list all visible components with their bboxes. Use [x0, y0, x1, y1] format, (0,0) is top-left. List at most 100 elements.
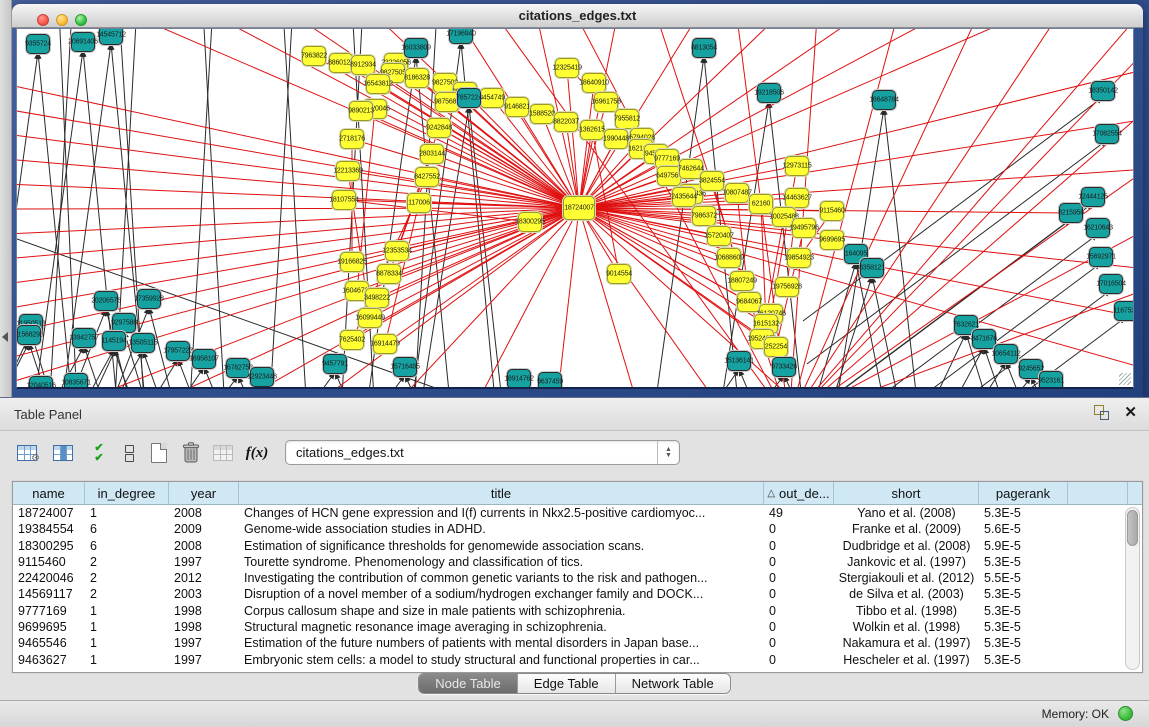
network-node[interactable]: 19218506	[757, 83, 781, 103]
network-node[interactable]: 7625402	[340, 330, 364, 350]
column-header-year[interactable]: year	[169, 482, 239, 504]
network-node[interactable]: 10835671	[64, 373, 88, 389]
network-node[interactable]: 9242848	[427, 118, 451, 138]
network-node[interactable]: 17082554	[1095, 124, 1119, 144]
window-titlebar[interactable]: citations_edges.txt	[12, 4, 1143, 28]
network-node[interactable]: 13505115	[131, 333, 155, 353]
network-node[interactable]: 13942757	[72, 328, 96, 348]
network-node[interactable]: 17359928	[137, 289, 161, 309]
table-row[interactable]: 1938455462009Genome-wide association stu…	[13, 521, 1142, 537]
network-node[interactable]: 20691406	[71, 32, 95, 52]
network-node[interactable]: 14463627	[785, 188, 809, 208]
new-table-icon[interactable]	[146, 439, 172, 467]
network-node[interactable]: 8912934	[351, 55, 375, 75]
network-node[interactable]: 1990448	[604, 129, 628, 149]
table-row[interactable]: 946362711997Embryonic stem cells: a mode…	[13, 652, 1142, 668]
network-node[interactable]: 1145194	[102, 331, 126, 351]
network-node[interactable]: 19166825	[340, 252, 364, 272]
network-node[interactable]: 1588520	[530, 104, 554, 124]
network-node[interactable]: 12444125	[1081, 187, 1105, 207]
network-node[interactable]: 8454749	[480, 88, 504, 108]
network-node[interactable]: 8471676	[972, 329, 996, 349]
network-node[interactable]: 9457791	[323, 354, 347, 374]
network-node[interactable]: 9115460	[820, 201, 844, 221]
network-node[interactable]: 17196940	[449, 28, 473, 44]
network-node[interactable]: 9684067	[737, 292, 761, 312]
network-node[interactable]: 9146821	[505, 97, 529, 117]
network-node[interactable]: 8215958	[1059, 203, 1083, 223]
network-node[interactable]: 16961758	[594, 92, 618, 112]
column-header-short[interactable]: short	[834, 482, 979, 504]
table-scrollbar-thumb[interactable]	[1127, 510, 1138, 546]
network-node[interactable]: 62160	[749, 194, 773, 214]
network-node[interactable]: 15716485	[393, 357, 417, 377]
show-columns-icon[interactable]	[50, 439, 76, 467]
canvas-resize-grip[interactable]	[1119, 373, 1131, 385]
collapse-panel-arrow-icon[interactable]	[2, 332, 8, 342]
network-node[interactable]: 9699695	[820, 230, 844, 250]
network-node[interactable]: 18807249	[730, 271, 754, 291]
network-node[interactable]: 8186328	[405, 68, 429, 88]
network-node[interactable]: 16648784	[872, 90, 896, 110]
network-node[interactable]: 7986372	[692, 206, 716, 226]
network-node[interactable]: 18914762	[507, 369, 531, 389]
float-window-icon[interactable]	[1094, 405, 1110, 421]
function-builder-icon[interactable]: f(x)	[244, 439, 270, 467]
row-boxes-icon[interactable]	[116, 439, 142, 467]
network-node[interactable]: 9523161	[1039, 371, 1063, 389]
network-node[interactable]: 9014554	[607, 264, 631, 284]
network-node[interactable]: 12923448	[250, 367, 274, 387]
tab-edge-table[interactable]: Edge Table	[518, 674, 616, 693]
tab-node-table[interactable]: Node Table	[419, 674, 518, 693]
network-node[interactable]: 7955812	[615, 109, 639, 129]
table-row[interactable]: 911546021997Tourette syndrome. Phenomeno…	[13, 554, 1142, 570]
column-checks-icon[interactable]: ✔✔	[86, 439, 112, 467]
network-node[interactable]: 18300295	[518, 212, 542, 232]
network-node[interactable]: 19756928	[775, 277, 799, 297]
network-node[interactable]: 16033809	[404, 38, 428, 58]
network-node[interactable]: 16210643	[1086, 218, 1110, 238]
network-node[interactable]: 18640910	[582, 73, 606, 93]
table-row[interactable]: 1830029562008Estimation of significance …	[13, 538, 1142, 554]
column-header-title[interactable]: title	[239, 482, 764, 504]
network-node[interactable]: 7963822	[302, 46, 326, 66]
column-header-name[interactable]: name	[13, 482, 85, 504]
network-hub-node[interactable]: 18724007	[563, 196, 595, 220]
network-node[interactable]: 19495796	[792, 218, 816, 238]
network-node[interactable]: 8427552	[415, 167, 439, 187]
network-node[interactable]: 252254	[764, 337, 788, 357]
network-node[interactable]: 12353534	[385, 241, 409, 261]
table-row[interactable]: 2242004622012Investigating the contribut…	[13, 570, 1142, 586]
network-node[interactable]: 15136141	[727, 351, 751, 371]
network-node[interactable]: 12973115	[785, 156, 809, 176]
network-node[interactable]: 8813054	[692, 38, 716, 58]
network-node[interactable]: 10807487	[725, 183, 749, 203]
table-settings-icon[interactable]: ⚙	[14, 439, 40, 467]
network-node[interactable]: 15692971	[1089, 247, 1113, 267]
network-node[interactable]: 19854923	[787, 248, 811, 268]
network-node[interactable]: 8358121	[860, 258, 884, 278]
network-node[interactable]: 16543812	[366, 74, 390, 94]
network-node[interactable]: 16914479	[373, 334, 397, 354]
table-selector-dropdown[interactable]: citations_edges.txt ▲▼	[285, 440, 680, 465]
network-node[interactable]: 10688609	[717, 248, 741, 268]
network-node[interactable]: 8878334	[377, 264, 401, 284]
network-node[interactable]: 9890213	[349, 101, 373, 121]
network-node[interactable]: 16099449	[358, 308, 382, 328]
network-node[interactable]: 2718176	[340, 129, 364, 149]
close-panel-icon[interactable]: ✕	[1124, 405, 1137, 421]
network-node[interactable]: 12213369	[336, 161, 360, 181]
column-header-in_degree[interactable]: in_degree	[85, 482, 169, 504]
network-node[interactable]: 10654112	[994, 344, 1018, 364]
table-row[interactable]: 969969511998Structural magnetic resonanc…	[13, 619, 1142, 635]
network-node[interactable]: 12040516	[29, 376, 53, 389]
column-header-pagerank[interactable]: pagerank	[979, 482, 1068, 504]
table-row[interactable]: 1872400712008Changes of HCN gene express…	[13, 505, 1142, 521]
delete-table-icon[interactable]	[210, 439, 236, 467]
table-row[interactable]: 1456911722003Disruption of a novel membe…	[13, 586, 1142, 602]
network-node[interactable]: 9637459	[538, 372, 562, 389]
network-node[interactable]: 9297588	[112, 313, 136, 333]
network-node[interactable]: 3498222	[365, 288, 389, 308]
network-node[interactable]: 9355724	[26, 34, 50, 54]
network-node[interactable]: 14545712	[99, 28, 123, 45]
